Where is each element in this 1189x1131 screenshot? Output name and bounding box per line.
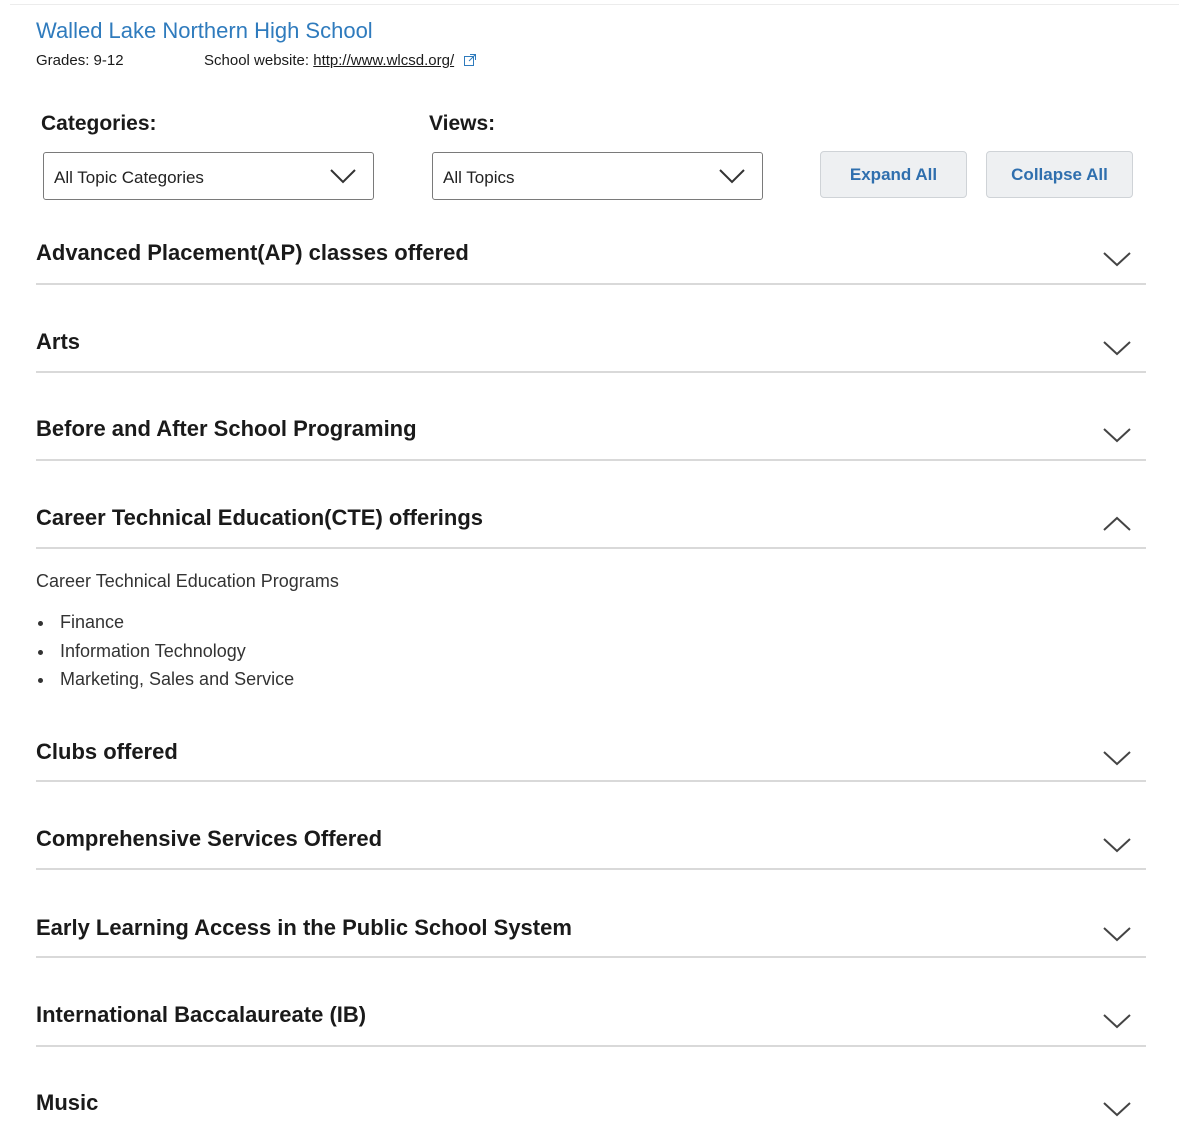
cte-programs-heading: Career Technical Education Programs xyxy=(36,571,339,591)
section-ib: International Baccalaureate (IB) xyxy=(36,1002,1146,1047)
chevron-down-icon[interactable] xyxy=(1102,925,1132,943)
section-header[interactable]: Advanced Placement(AP) classes offered xyxy=(36,240,1146,280)
section-header[interactable]: Career Technical Education(CTE) offering… xyxy=(36,505,1146,545)
section-title: Early Learning Access in the Public Scho… xyxy=(36,915,572,940)
program-label: Information Technology xyxy=(60,640,246,661)
section-title: Career Technical Education(CTE) offering… xyxy=(36,505,484,530)
school-name-link[interactable]: Walled Lake Northern High School xyxy=(36,18,373,44)
section-before-after-school: Before and After School Programing xyxy=(36,416,1146,461)
section-header[interactable]: Before and After School Programing xyxy=(36,416,1146,456)
section-header[interactable]: Comprehensive Services Offered xyxy=(36,826,1146,866)
chevron-down-icon[interactable] xyxy=(1102,426,1132,444)
external-link-icon[interactable] xyxy=(464,54,477,66)
section-clubs: Clubs offered xyxy=(36,739,1146,782)
section-divider xyxy=(36,371,1146,373)
section-header[interactable]: Arts xyxy=(36,329,1146,369)
section-divider xyxy=(36,459,1146,461)
section-title: Comprehensive Services Offered xyxy=(36,826,383,851)
website-label: School website: xyxy=(204,52,310,69)
chevron-down-icon[interactable] xyxy=(1102,836,1132,854)
categories-label: Categories: xyxy=(41,112,157,135)
section-title: Clubs offered xyxy=(36,739,178,764)
chevron-down-icon[interactable] xyxy=(1102,339,1132,357)
section-comprehensive-services: Comprehensive Services Offered xyxy=(36,826,1146,870)
section-header[interactable]: Clubs offered xyxy=(36,739,1146,779)
section-divider xyxy=(36,283,1146,285)
website-link[interactable]: http://www.wlcsd.org/ xyxy=(313,52,454,69)
section-divider xyxy=(36,868,1146,870)
website-info: School website: http://www.wlcsd.org/ xyxy=(204,52,477,69)
section-header[interactable]: Music xyxy=(36,1090,1146,1130)
list-item: Finance xyxy=(36,612,294,641)
bullet xyxy=(38,649,43,655)
section-arts: Arts xyxy=(36,329,1146,373)
views-label: Views: xyxy=(429,112,496,135)
section-title: Before and After School Programing xyxy=(36,416,417,441)
section-cte: Career Technical Education(CTE) offering… xyxy=(36,505,1146,549)
grades-text: Grades: 9-12 xyxy=(36,52,124,69)
program-label: Marketing, Sales and Service xyxy=(60,669,295,689)
section-title: Advanced Placement(AP) classes offered xyxy=(36,240,469,265)
section-title: Arts xyxy=(36,329,81,354)
section-early-learning: Early Learning Access in the Public Scho… xyxy=(36,915,1146,958)
views-select[interactable]: All Topics xyxy=(432,152,763,200)
program-label: Finance xyxy=(60,612,125,632)
cte-programs-list: Finance Information Technology Marketing… xyxy=(36,612,294,698)
categories-select-value: All Topic Categories xyxy=(54,168,204,187)
categories-select[interactable]: All Topic Categories xyxy=(43,152,374,200)
top-divider xyxy=(10,4,1179,5)
bullet xyxy=(38,621,43,626)
section-divider xyxy=(36,547,1146,549)
views-select-value: All Topics xyxy=(443,168,515,187)
section-music: Music xyxy=(36,1090,1146,1130)
section-header[interactable]: Early Learning Access in the Public Scho… xyxy=(36,915,1146,955)
chevron-down-icon[interactable] xyxy=(1102,1100,1132,1118)
chevron-down-icon xyxy=(330,169,356,184)
section-header[interactable]: International Baccalaureate (IB) xyxy=(36,1002,1146,1042)
collapse-all-button[interactable]: Collapse All xyxy=(986,151,1133,198)
expand-all-button[interactable]: Expand All xyxy=(820,151,967,198)
section-divider xyxy=(36,780,1146,782)
list-item: Information Technology xyxy=(36,641,294,670)
bullet xyxy=(38,678,43,683)
section-title: Music xyxy=(36,1090,99,1115)
chevron-down-icon[interactable] xyxy=(1102,1012,1132,1030)
chevron-up-icon[interactable] xyxy=(1102,515,1132,533)
section-ap: Advanced Placement(AP) classes offered xyxy=(36,240,1146,285)
chevron-down-icon[interactable] xyxy=(1102,250,1132,268)
chevron-down-icon xyxy=(719,169,745,184)
list-item: Marketing, Sales and Service xyxy=(36,669,294,698)
section-divider xyxy=(36,1045,1146,1047)
section-title: International Baccalaureate (IB) xyxy=(36,1002,367,1027)
section-divider xyxy=(36,956,1146,958)
chevron-down-icon[interactable] xyxy=(1102,749,1132,767)
